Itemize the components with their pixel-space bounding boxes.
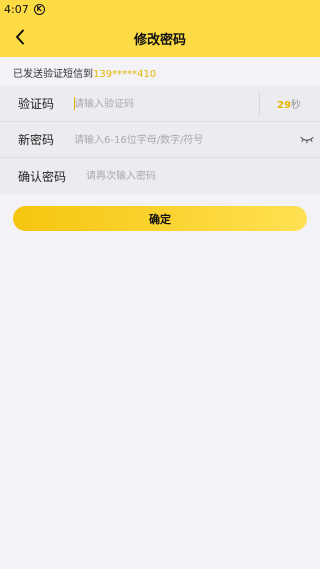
confirm-password-row: 确认密码 — [0, 158, 320, 194]
new-password-input[interactable] — [74, 131, 284, 149]
verification-code-input[interactable] — [74, 95, 254, 113]
eye-closed-icon[interactable] — [300, 135, 314, 145]
confirm-button[interactable]: 确定 — [13, 206, 307, 231]
status-time: 4:07 — [4, 2, 29, 16]
confirm-password-input[interactable] — [86, 167, 286, 185]
new-password-row: 新密码 — [0, 122, 320, 158]
notice-phone: 139*****410 — [93, 69, 157, 80]
verification-code-label: 验证码 — [18, 97, 55, 111]
page-title: 修改密码 — [133, 33, 186, 48]
countdown-unit: 秒 — [290, 100, 301, 111]
new-password-label: 新密码 — [18, 133, 55, 147]
top-app-bar: 4:07 K 修改密码 — [0, 0, 320, 57]
notification-badge-icon: K — [33, 3, 45, 15]
countdown-value: 29 — [277, 100, 291, 111]
sms-sent-notice: 已发送验证短信到139*****410 — [13, 65, 156, 80]
resend-countdown[interactable]: 29秒 — [277, 96, 301, 111]
notice-text: 已发送验证短信到 — [13, 69, 93, 80]
confirm-password-label: 确认密码 — [18, 169, 67, 184]
text-cursor — [74, 97, 75, 110]
password-form: 验证码 29秒 新密码 确认密码 — [0, 86, 320, 194]
verification-code-row: 验证码 29秒 — [0, 86, 320, 122]
countdown-divider — [259, 92, 260, 116]
status-bar: 4:07 K — [4, 2, 45, 16]
